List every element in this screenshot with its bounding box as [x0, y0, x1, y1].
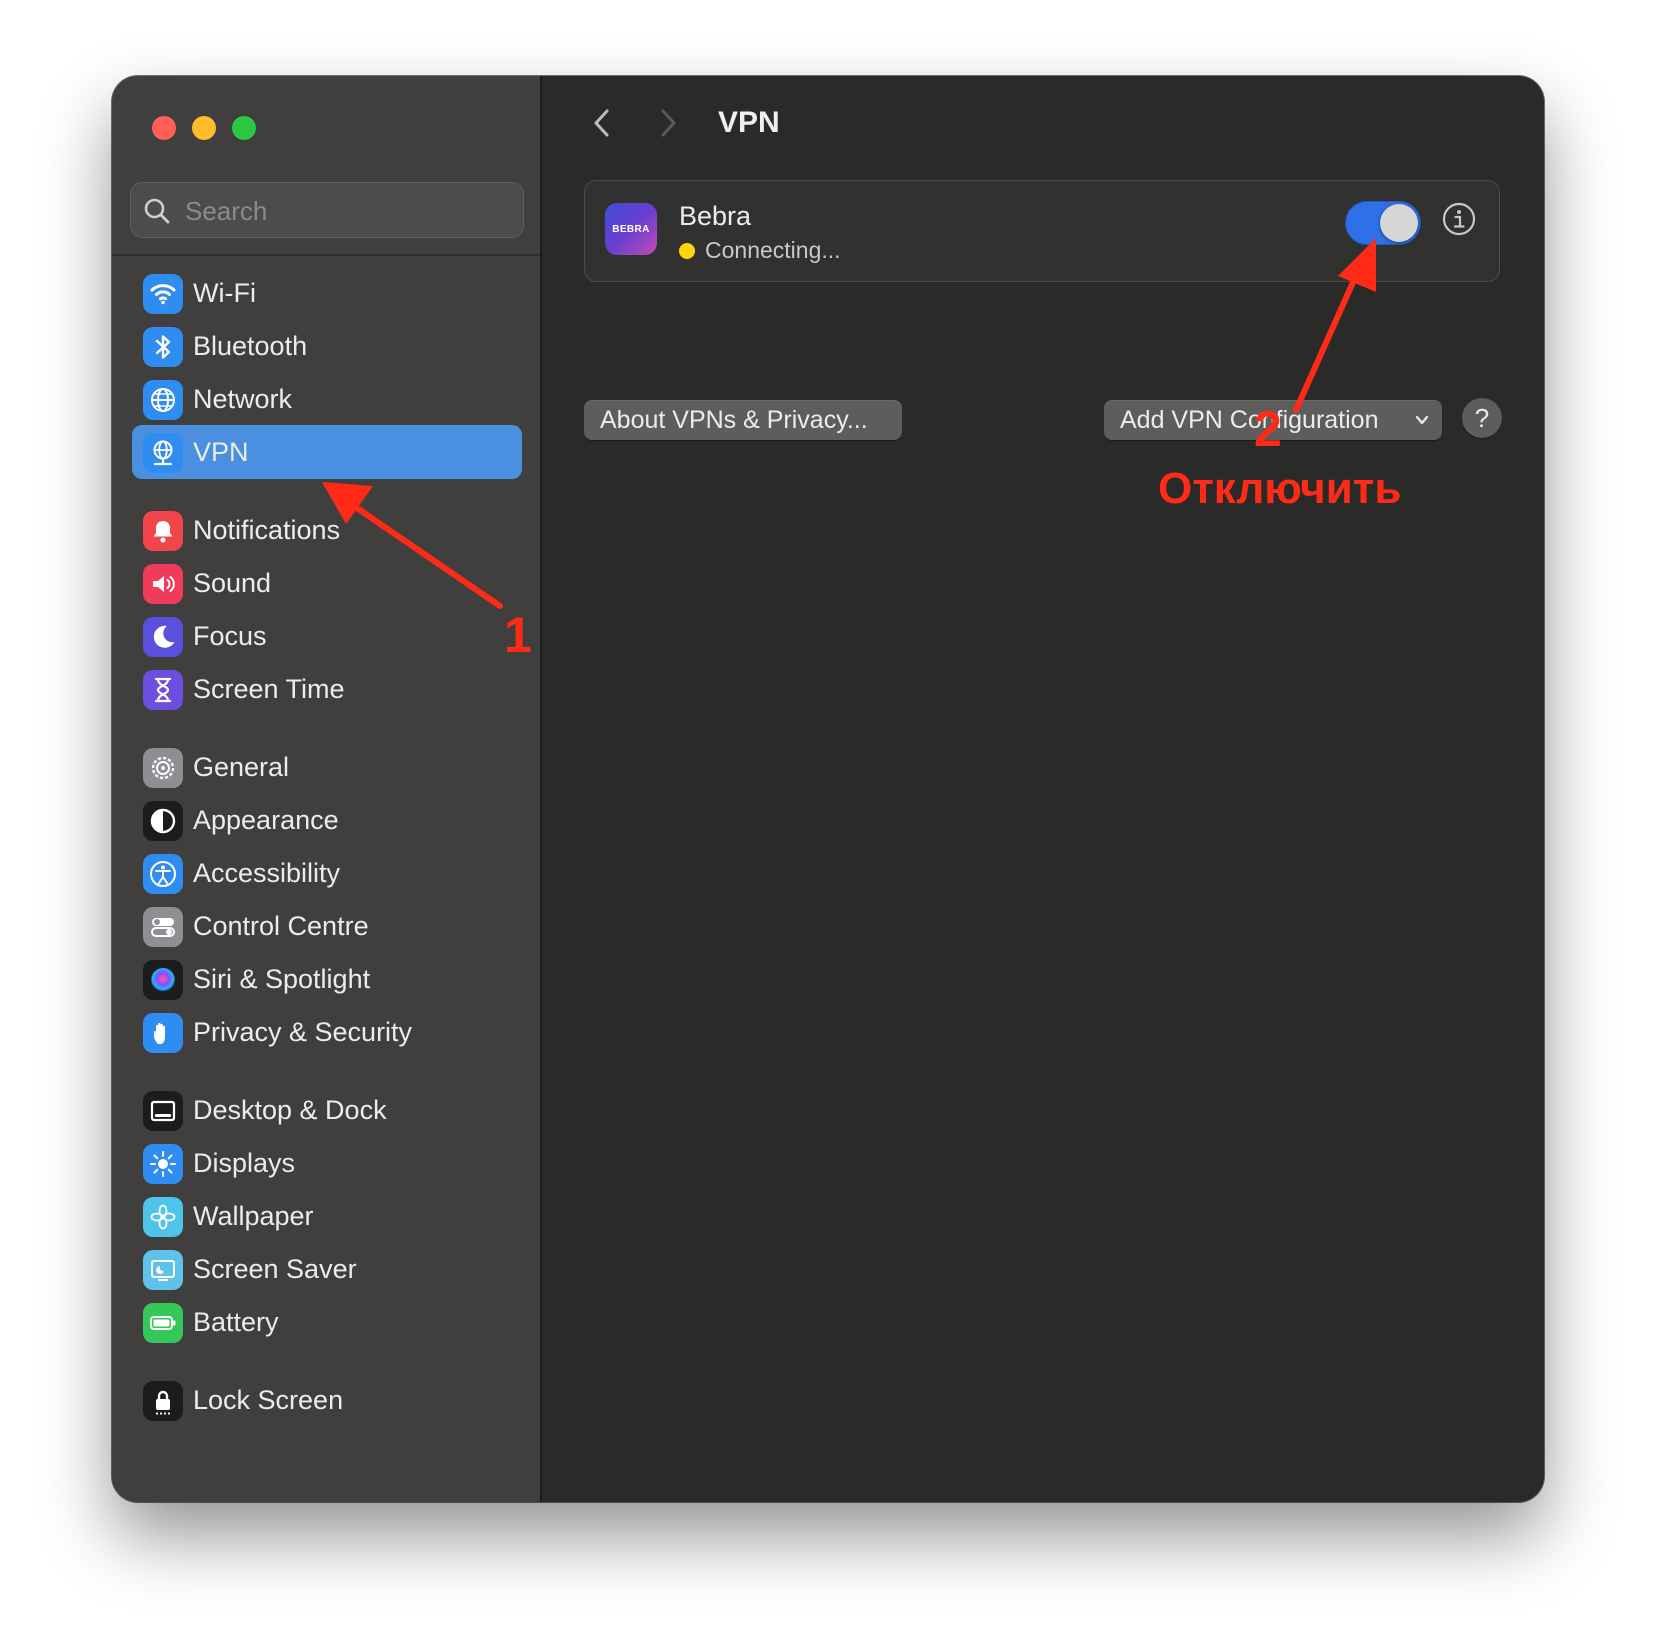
forward-chevron-icon[interactable] — [652, 106, 684, 140]
search-field[interactable] — [130, 182, 524, 238]
vpn-status: Connecting... — [679, 237, 841, 264]
sidebar-item-accessibility[interactable]: Accessibility — [132, 846, 522, 900]
close-button[interactable] — [152, 116, 176, 140]
sidebar-item-label: Notifications — [193, 515, 341, 545]
sidebar-item-screen-time[interactable]: Screen Time — [132, 662, 522, 716]
sidebar-item-label: Accessibility — [193, 858, 341, 888]
about-vpn-privacy-button[interactable]: About VPNs & Privacy... — [584, 400, 902, 440]
vpn-toggle[interactable] — [1345, 201, 1421, 245]
appearance-icon — [143, 801, 183, 841]
annotation-label: Отключить — [1158, 464, 1402, 513]
sidebar: Wi-Fi Bluetooth Network VPN Notifications Sou… — [112, 76, 542, 1502]
sidebar-item-lock-screen[interactable]: Lock Screen — [132, 1373, 522, 1427]
content-pane: VPN BEBRA Bebra Connecting... About VPNs… — [542, 76, 1544, 1502]
sidebar-item-wi-fi[interactable]: Wi-Fi — [132, 266, 522, 320]
wifi-icon — [143, 274, 183, 314]
sidebar-item-label: Network — [193, 384, 293, 414]
bebra-logo: BEBRA — [605, 203, 657, 255]
search-input[interactable] — [183, 191, 507, 231]
siri-icon — [143, 960, 183, 1000]
gear-icon — [143, 748, 183, 788]
moon-icon — [143, 617, 183, 657]
accessibility-icon — [143, 854, 183, 894]
sidebar-item-privacy-and-security[interactable]: Privacy & Security — [132, 1005, 522, 1059]
sidebar-item-label: Screen Time — [193, 674, 345, 704]
sidebar-item-desktop-and-dock[interactable]: Desktop & Dock — [132, 1083, 522, 1137]
hourglass-icon — [143, 670, 183, 710]
sidebar-item-label: Appearance — [193, 805, 339, 835]
annotation-step-2: 2 — [1254, 401, 1282, 457]
sidebar-item-screen-saver[interactable]: Screen Saver — [132, 1242, 522, 1296]
globe-icon — [143, 380, 183, 420]
sun-icon — [143, 1144, 183, 1184]
sidebar-item-label: Wi-Fi — [193, 278, 256, 308]
sidebar-item-siri-and-spotlight[interactable]: Siri & Spotlight — [132, 952, 522, 1006]
dock-icon — [143, 1091, 183, 1131]
screensaver-icon — [143, 1250, 183, 1290]
sidebar-item-label: Control Centre — [193, 911, 369, 941]
sidebar-item-network[interactable]: Network — [132, 372, 522, 426]
sidebar-item-general[interactable]: General — [132, 740, 522, 794]
sidebar-item-label: Privacy & Security — [193, 1017, 413, 1047]
sidebar-item-sound[interactable]: Sound — [132, 556, 522, 610]
sidebar-item-label: General — [193, 752, 290, 782]
lock-icon — [143, 1381, 183, 1421]
flower-icon — [143, 1197, 183, 1237]
sidebar-item-label: Displays — [193, 1148, 296, 1178]
sidebar-item-label: Sound — [193, 568, 272, 598]
page-title: VPN — [718, 106, 780, 139]
sidebar-item-label: Focus — [193, 621, 267, 651]
sidebar-item-focus[interactable]: Focus — [132, 609, 522, 663]
minimize-button[interactable] — [192, 116, 216, 140]
annotation-step-1: 1 — [504, 607, 532, 663]
hand-icon — [143, 1013, 183, 1053]
sidebar-item-vpn[interactable]: VPN — [132, 425, 522, 479]
toggles-icon — [143, 907, 183, 947]
vpn-card: BEBRA Bebra Connecting... — [584, 180, 1500, 282]
sidebar-item-displays[interactable]: Displays — [132, 1136, 522, 1190]
vpn-name: Bebra — [679, 201, 752, 231]
sidebar-item-control-centre[interactable]: Control Centre — [132, 899, 522, 953]
back-chevron-icon[interactable] — [586, 106, 618, 140]
vpn-status-text: Connecting... — [705, 237, 841, 263]
speaker-icon — [143, 564, 183, 604]
sidebar-divider — [112, 254, 540, 256]
sidebar-item-label: Battery — [193, 1307, 279, 1337]
add-vpn-configuration-label: Add VPN Configuration — [1120, 406, 1379, 434]
bluetooth-icon — [143, 327, 183, 367]
status-dot-icon — [679, 243, 695, 259]
settings-window: Wi-Fi Bluetooth Network VPN Notifications Sou… — [112, 76, 1544, 1502]
sidebar-item-notifications[interactable]: Notifications — [132, 503, 522, 557]
sidebar-item-appearance[interactable]: Appearance — [132, 793, 522, 847]
sidebar-item-label: VPN — [193, 437, 249, 467]
window-controls — [152, 116, 256, 140]
toggle-knob — [1380, 204, 1418, 242]
info-icon[interactable] — [1441, 201, 1477, 237]
battery-icon — [143, 1303, 183, 1343]
vpn-globe-icon — [143, 433, 183, 473]
sidebar-item-wallpaper[interactable]: Wallpaper — [132, 1189, 522, 1243]
sidebar-item-label: Desktop & Dock — [193, 1095, 387, 1125]
sidebar-item-bluetooth[interactable]: Bluetooth — [132, 319, 522, 373]
help-button[interactable]: ? — [1462, 398, 1502, 438]
sidebar-item-label: Lock Screen — [193, 1385, 344, 1415]
search-icon — [144, 198, 170, 224]
bell-icon — [143, 511, 183, 551]
sidebar-item-battery[interactable]: Battery — [132, 1295, 522, 1349]
sidebar-item-label: Wallpaper — [193, 1201, 314, 1231]
chevron-down-icon — [1415, 415, 1429, 425]
sidebar-item-label: Siri & Spotlight — [193, 964, 371, 994]
zoom-button[interactable] — [232, 116, 256, 140]
sidebar-item-label: Screen Saver — [193, 1254, 357, 1284]
sidebar-item-label: Bluetooth — [193, 331, 308, 361]
